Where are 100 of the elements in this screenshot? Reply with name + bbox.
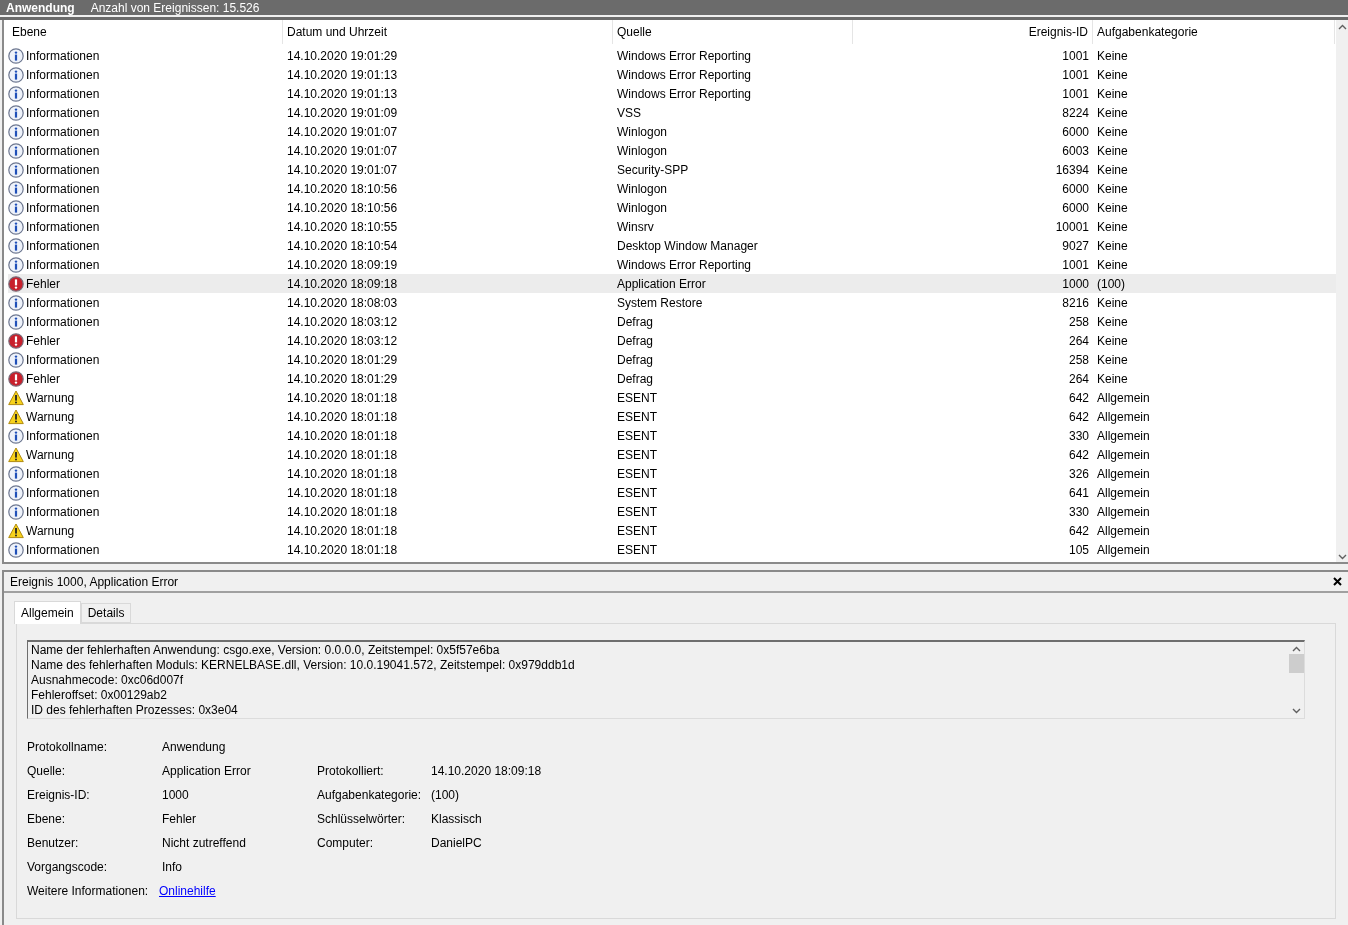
event-id-cell-text: 1001: [1062, 85, 1089, 103]
date-cell: 14.10.2020 19:01:07: [287, 143, 398, 158]
date-cell: 14.10.2020 18:10:55: [287, 219, 398, 234]
tab[interactable]: Details: [80, 603, 132, 623]
date-cell: 14.10.2020 18:01:18: [287, 523, 398, 538]
event-id-cell-text: 330: [1068, 503, 1089, 521]
event-row[interactable]: Warnung 14.10.2020 18:01:18 ESENT 642 Allgemein: [8, 445, 1336, 464]
event-row[interactable]: Informationen 14.10.2020 19:01:13 Windows Error Reporting 1001 Keine: [8, 84, 1336, 103]
level-cell-text: Informationen: [26, 465, 100, 483]
event-row[interactable]: Warnung 14.10.2020 18:01:18 ESENT 642 Allgemein: [8, 407, 1336, 426]
event-row[interactable]: Informationen 14.10.2020 18:08:03 System Restore 8216 Keine: [8, 293, 1336, 312]
event-row[interactable]: Informationen 14.10.2020 18:01:18 ESENT 326 Allgemein: [8, 464, 1336, 483]
property-value: Anwendung: [162, 739, 226, 756]
date-cell: 14.10.2020 18:03:12: [287, 333, 398, 348]
event-id-cell-text: 10001: [1055, 218, 1089, 236]
event-id-cell-text: 326: [1068, 465, 1089, 483]
date-cell: 14.10.2020 18:01:18: [287, 409, 398, 424]
property-label: Benutzer:: [27, 835, 80, 852]
source-cell: Winlogon: [617, 143, 668, 158]
date-cell: 14.10.2020 18:01:18: [287, 542, 398, 557]
detail-title: Ereignis 1000, Application Error: [10, 573, 179, 591]
date-cell: 14.10.2020 18:01:29: [287, 371, 398, 386]
event-row[interactable]: Informationen 14.10.2020 18:01:18 ESENT 330 Allgemein: [8, 426, 1336, 445]
date-cell: 14.10.2020 18:08:03: [287, 295, 398, 310]
date-cell: 14.10.2020 18:10:56: [287, 200, 398, 215]
level-cell-text: Fehler: [26, 370, 60, 388]
property-value: 14.10.2020 18:09:18: [431, 763, 542, 780]
event-row[interactable]: Informationen 14.10.2020 18:10:54 Desktop Window Manager 9027 Keine: [8, 236, 1336, 255]
level-cell-text: Fehler: [26, 332, 60, 350]
date-cell: 14.10.2020 18:01:18: [287, 390, 398, 405]
property-label: Quelle:: [27, 763, 67, 780]
level-cell-text: Warnung: [26, 446, 75, 464]
date-cell: 14.10.2020 18:01:18: [287, 504, 398, 519]
category-cell: Keine: [1097, 200, 1128, 215]
event-row[interactable]: Warnung 14.10.2020 18:01:18 ESENT 642 Allgemein: [8, 521, 1336, 540]
event-id-cell-text: 642: [1068, 446, 1089, 464]
source-cell: VSS: [617, 105, 641, 120]
source-cell: Winlogon: [617, 200, 668, 215]
event-row[interactable]: Informationen 14.10.2020 19:01:13 Windows Error Reporting 1001 Keine: [8, 65, 1336, 84]
source-cell: ESENT: [617, 409, 657, 424]
event-row[interactable]: Fehler 14.10.2020 18:03:12 Defrag 264 Keine: [8, 331, 1336, 350]
date-cell: 14.10.2020 19:01:07: [287, 124, 398, 139]
event-row[interactable]: Informationen 14.10.2020 18:09:19 Windows Error Reporting 1001 Keine: [8, 255, 1336, 274]
level-cell-text: Warnung: [26, 522, 75, 540]
event-row[interactable]: Informationen 14.10.2020 18:10:56 Winlogon 6000 Keine: [8, 179, 1336, 198]
event-row[interactable]: Informationen 14.10.2020 18:01:18 ESENT 105 Allgemein: [8, 540, 1336, 559]
event-id-cell-text: 6000: [1062, 123, 1089, 141]
event-row[interactable]: Fehler 14.10.2020 18:09:18 Application Error 1000 (100): [8, 274, 1336, 293]
column-header[interactable]: Ebene: [12, 23, 47, 41]
level-cell-text: Informationen: [26, 218, 100, 236]
property-value: (100): [431, 787, 459, 804]
event-row[interactable]: Informationen 14.10.2020 18:01:18 ESENT 641 Allgemein: [8, 483, 1336, 502]
category-cell: Allgemein: [1097, 390, 1150, 405]
source-cell: Application Error: [617, 276, 706, 291]
event-row[interactable]: Fehler 14.10.2020 18:01:29 Defrag 264 Keine: [8, 369, 1336, 388]
event-row[interactable]: Informationen 14.10.2020 19:01:07 Winlogon 6003 Keine: [8, 141, 1336, 160]
level-cell-text: Informationen: [26, 123, 100, 141]
column-header[interactable]: Aufgabenkategorie: [1097, 23, 1198, 41]
event-row[interactable]: Informationen 14.10.2020 18:03:12 Defrag 258 Keine: [8, 312, 1336, 331]
message-line: Fehleroffset: 0x00129ab2: [31, 688, 168, 703]
date-cell: 14.10.2020 18:01:18: [287, 428, 398, 443]
help-link[interactable]: Onlinehilfe: [159, 882, 216, 900]
source-cell: ESENT: [617, 542, 657, 557]
event-row[interactable]: Informationen 14.10.2020 18:01:18 ESENT 330 Allgemein: [8, 502, 1336, 521]
message-line: ID des fehlerhaften Prozesses: 0x3e04: [31, 703, 239, 718]
event-row[interactable]: Informationen 14.10.2020 19:01:07 Winlogon 6000 Keine: [8, 122, 1336, 141]
source-cell: Windows Error Reporting: [617, 257, 752, 272]
tab[interactable]: Allgemein: [14, 601, 81, 624]
column-header[interactable]: Ereignis-ID: [1028, 23, 1088, 41]
level-cell-text: Informationen: [26, 294, 100, 312]
level-cell-text: Informationen: [26, 313, 100, 331]
category-cell: Keine: [1097, 48, 1128, 63]
category-cell: Allgemein: [1097, 409, 1150, 424]
date-cell: 14.10.2020 18:10:54: [287, 238, 398, 253]
event-id-cell-text: 330: [1068, 427, 1089, 445]
date-cell: 14.10.2020 19:01:09: [287, 105, 398, 120]
category-cell: Allgemein: [1097, 523, 1150, 538]
date-cell: 14.10.2020 18:01:18: [287, 485, 398, 500]
source-cell: ESENT: [617, 485, 657, 500]
event-row[interactable]: Informationen 14.10.2020 18:01:29 Defrag 258 Keine: [8, 350, 1336, 369]
event-id-cell-text: 8224: [1062, 104, 1089, 122]
event-row[interactable]: Informationen 14.10.2020 18:10:55 Winsrv 10001 Keine: [8, 217, 1336, 236]
level-cell-text: Warnung: [26, 408, 75, 426]
event-row[interactable]: Warnung 14.10.2020 18:01:18 ESENT 642 Allgemein: [8, 388, 1336, 407]
category-cell: Keine: [1097, 86, 1128, 101]
event-row[interactable]: Informationen 14.10.2020 19:01:29 Windows Error Reporting 1001 Keine: [8, 46, 1336, 65]
column-header[interactable]: Quelle: [617, 23, 652, 41]
event-row[interactable]: Informationen 14.10.2020 19:01:07 Security-SPP 16394 Keine: [8, 160, 1336, 179]
source-cell: Winlogon: [617, 181, 668, 196]
column-header[interactable]: Datum und Uhrzeit: [287, 23, 388, 41]
category-cell: Keine: [1097, 257, 1128, 272]
source-cell: Winlogon: [617, 124, 668, 139]
source-cell: ESENT: [617, 447, 657, 462]
source-cell: Defrag: [617, 314, 654, 329]
event-id-cell-text: 642: [1068, 522, 1089, 540]
event-row[interactable]: Informationen 14.10.2020 18:10:56 Winlogon 6000 Keine: [8, 198, 1336, 217]
category-cell: Keine: [1097, 181, 1128, 196]
category-cell: Allgemein: [1097, 485, 1150, 500]
level-cell-text: Informationen: [26, 161, 100, 179]
event-row[interactable]: Informationen 14.10.2020 19:01:09 VSS 8224 Keine: [8, 103, 1336, 122]
